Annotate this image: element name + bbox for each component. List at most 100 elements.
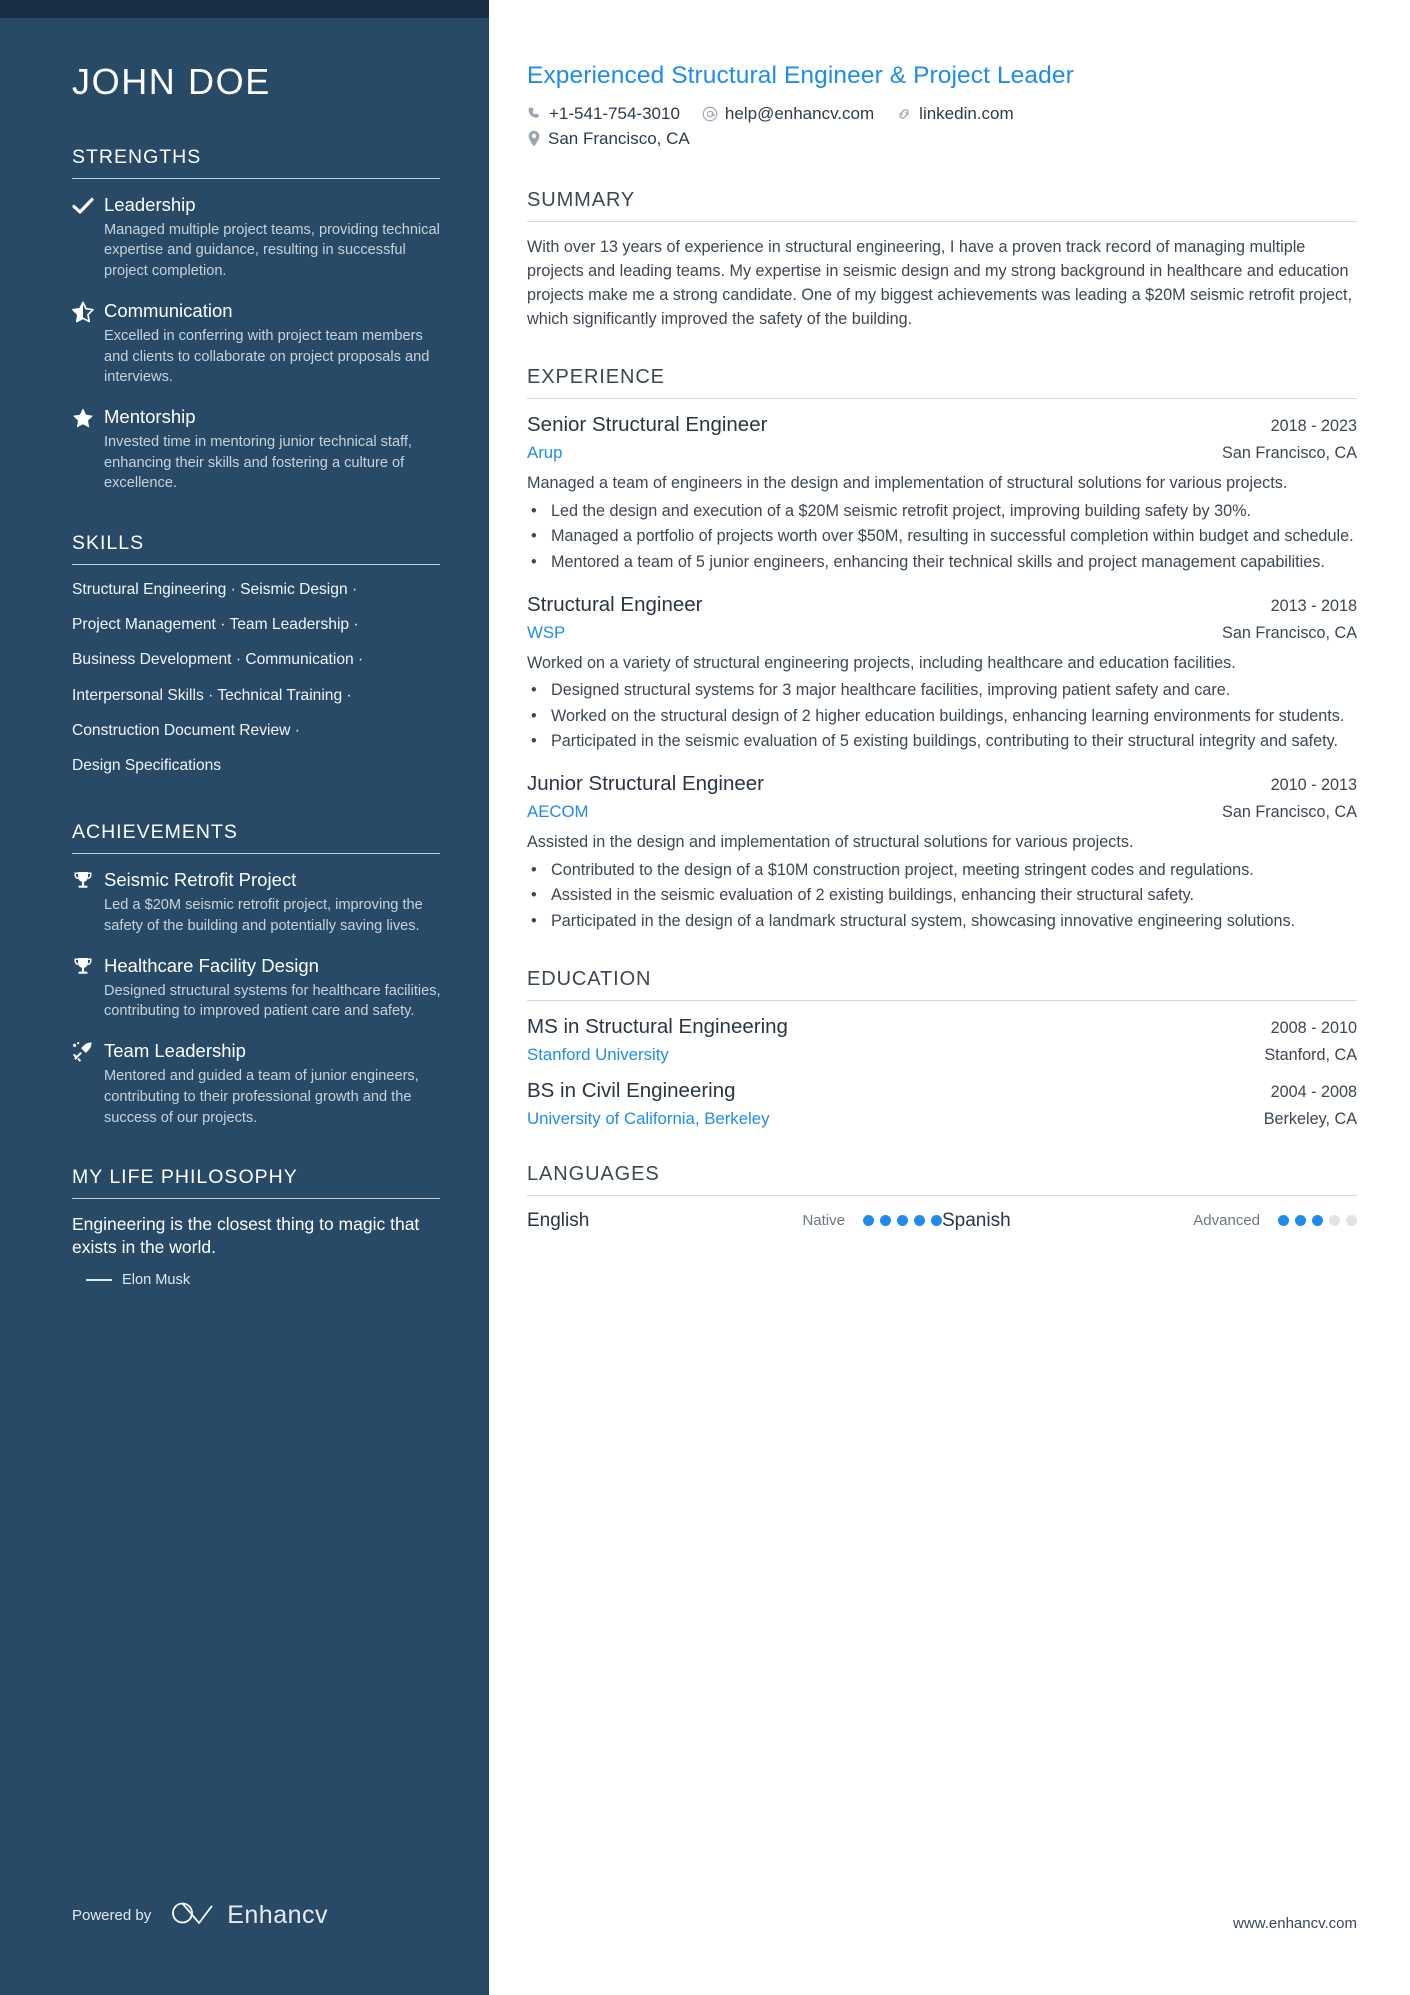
experience-bullet-text: Led the design and execution of a $20M s… xyxy=(551,501,1252,520)
proficiency-dot-empty xyxy=(1329,1215,1340,1227)
achievement-item-body: Seismic Retrofit Project Led a $20M seism… xyxy=(104,868,444,936)
proficiency-dot-filled xyxy=(1295,1215,1306,1227)
achievements-divider xyxy=(72,853,440,855)
resume-page: JOHN DOE STRENGTHS Leadership Managed mul… xyxy=(0,0,1410,1995)
section-languages: LANGUAGES English Native Spanish Advanced xyxy=(527,1163,1357,1232)
education-entry-header: BS in Civil Engineering 2004 - 2008 xyxy=(527,1079,1357,1103)
site-url[interactable]: www.enhancv.com xyxy=(1233,1915,1357,1932)
experience-bullet: • Led the design and execution of a $20M … xyxy=(527,500,1357,524)
experience-company[interactable]: AECOM xyxy=(527,802,589,822)
phone-icon xyxy=(527,106,542,121)
achievement-item-description: Led a $20M seismic retrofit project, imp… xyxy=(104,897,423,934)
skill-line: Business Development · Communication · xyxy=(72,649,432,671)
experience-description: Worked on a variety of structural engine… xyxy=(527,653,1236,672)
experience-bullet: • Assisted in the seismic evaluation of 2… xyxy=(527,884,1357,908)
language-level: Native xyxy=(802,1212,845,1230)
experience-bullet: • Participated in the design of a landmar… xyxy=(527,910,1357,934)
experience-location: San Francisco, CA xyxy=(1222,803,1357,822)
experience-bullet-text: Participated in the seismic evaluation o… xyxy=(551,732,1339,751)
section-strengths: STRENGTHS Leadership Managed multiple pro… xyxy=(72,146,444,495)
achievement-item-title: Team Leadership xyxy=(104,1040,246,1062)
skill-tag: Communication xyxy=(245,651,354,669)
education-school[interactable]: University of California, Berkeley xyxy=(527,1109,769,1129)
achievement-item-title: Healthcare Facility Design xyxy=(104,954,319,976)
education-entry-subheader: Stanford University Stanford, CA xyxy=(527,1045,1357,1065)
skill-separator: · xyxy=(347,581,358,599)
experience-bullet-text: Worked on the structural design of 2 hig… xyxy=(551,706,1345,725)
skill-tag: Project Management xyxy=(72,616,216,634)
education-heading: EDUCATION xyxy=(527,967,652,990)
philosophy-heading: MY LIFE PHILOSOPHY xyxy=(72,1166,298,1189)
experience-bullet-text: Participated in the design of a landmark… xyxy=(551,912,1296,931)
skill-tag: Design Specifications xyxy=(72,756,222,774)
philosophy-author: Elon Musk xyxy=(72,1272,444,1288)
education-location: Stanford, CA xyxy=(1264,1045,1357,1064)
brand-name: Enhancv xyxy=(227,1901,329,1929)
experience-bullet-list: • Designed structural systems for 3 major… xyxy=(527,679,1357,754)
education-entry: MS in Structural Engineering 2008 - 2010 S… xyxy=(527,1015,1357,1065)
experience-bullet-list: • Contributed to the design of a $10M con… xyxy=(527,859,1357,934)
proficiency-dot-filled xyxy=(897,1215,908,1227)
skill-line: Construction Document Review · xyxy=(72,720,432,742)
contact-location: San Francisco, CA xyxy=(527,130,690,147)
language-item: Spanish Advanced xyxy=(942,1210,1357,1232)
check-icon xyxy=(72,193,104,217)
experience-dates: 2013 - 2018 xyxy=(1270,596,1357,615)
education-dates: 2004 - 2008 xyxy=(1270,1082,1357,1101)
main-column: Experienced Structural Engineer & Projec… xyxy=(489,0,1410,1995)
language-proficiency-dots xyxy=(1278,1215,1357,1227)
strength-item-description: Managed multiple project teams, providin… xyxy=(104,221,440,280)
education-location: Berkeley, CA xyxy=(1263,1109,1357,1128)
contact-row-2: San Francisco, CA xyxy=(527,130,1207,155)
proficiency-dot-filled xyxy=(880,1215,891,1227)
experience-role: Structural Engineer xyxy=(527,592,703,616)
powered-by-label: Powered by xyxy=(72,1907,152,1924)
contact-row-1: +1-541-754-3010 help@enhancv.com linkedi… xyxy=(527,105,1207,130)
language-level: Advanced xyxy=(1193,1212,1260,1230)
achievement-item: Seismic Retrofit Project Led a $20M seism… xyxy=(72,868,444,936)
education-entry-subheader: University of California, Berkeley Berkel… xyxy=(527,1109,1357,1129)
experience-company[interactable]: Arup xyxy=(527,443,562,463)
strength-item-body: Communication Excelled in conferring with… xyxy=(104,299,444,388)
achievement-item-title: Seismic Retrofit Project xyxy=(104,869,297,891)
bullet-dot-icon: • xyxy=(531,886,537,905)
philosophy-author-name: Elon Musk xyxy=(122,1271,191,1288)
strength-item: Mentorship Invested time in mentoring jun… xyxy=(72,405,444,494)
skill-line: Design Specifications xyxy=(72,755,432,777)
trophy-icon xyxy=(72,868,104,892)
education-school[interactable]: Stanford University xyxy=(527,1045,669,1065)
experience-company[interactable]: WSP xyxy=(527,623,565,643)
experience-bullet-text: Assisted in the seismic evaluation of 2 … xyxy=(551,886,1195,905)
experience-heading: EXPERIENCE xyxy=(527,365,665,388)
strength-item-body: Leadership Managed multiple project teams… xyxy=(104,193,444,282)
experience-role: Junior Structural Engineer xyxy=(527,772,765,796)
experience-entry-subheader: WSP San Francisco, CA xyxy=(527,623,1357,643)
skills-list: Structural Engineering · Seismic Design … xyxy=(72,579,432,777)
bullet-dot-icon: • xyxy=(531,706,537,725)
brand-row: Enhancv xyxy=(169,1899,328,1932)
contact-linkedin[interactable]: linkedin.com xyxy=(896,105,1014,122)
skill-line: Project Management · Team Leadership · xyxy=(72,614,432,636)
skill-tag: Structural Engineering xyxy=(72,581,227,599)
skill-tag: Technical Training xyxy=(217,686,343,704)
contact-email[interactable]: help@enhancv.com xyxy=(702,105,874,122)
education-dates: 2008 - 2010 xyxy=(1270,1018,1357,1037)
education-degree: MS in Structural Engineering xyxy=(527,1014,788,1038)
contact-phone[interactable]: +1-541-754-3010 xyxy=(527,105,680,122)
section-achievements: ACHIEVEMENTS Seismic Retrofit Project Led… xyxy=(72,821,444,1128)
skill-separator: · xyxy=(215,616,230,634)
experience-entry: Senior Structural Engineer 2018 - 2023 Aru… xyxy=(527,413,1357,575)
skill-separator: · xyxy=(203,686,218,704)
strength-item-title: Communication xyxy=(104,299,233,321)
email-text: help@enhancv.com xyxy=(724,104,875,123)
section-skills: SKILLS Structural Engineering · Seismic … xyxy=(72,532,444,777)
experience-role: Senior Structural Engineer xyxy=(527,412,768,436)
linkedin-text: linkedin.com xyxy=(919,104,1014,123)
sidebar: JOHN DOE STRENGTHS Leadership Managed mul… xyxy=(0,0,489,1995)
experience-description: Assisted in the design and implementatio… xyxy=(527,833,1134,852)
strength-item: Communication Excelled in conferring with… xyxy=(72,299,444,388)
skill-line: Interpersonal Skills · Technical Trainin… xyxy=(72,685,432,707)
achievement-item: Team Leadership Mentored and guided a tea… xyxy=(72,1039,444,1128)
languages-heading: LANGUAGES xyxy=(527,1162,660,1185)
strengths-list: Leadership Managed multiple project teams… xyxy=(72,193,444,495)
